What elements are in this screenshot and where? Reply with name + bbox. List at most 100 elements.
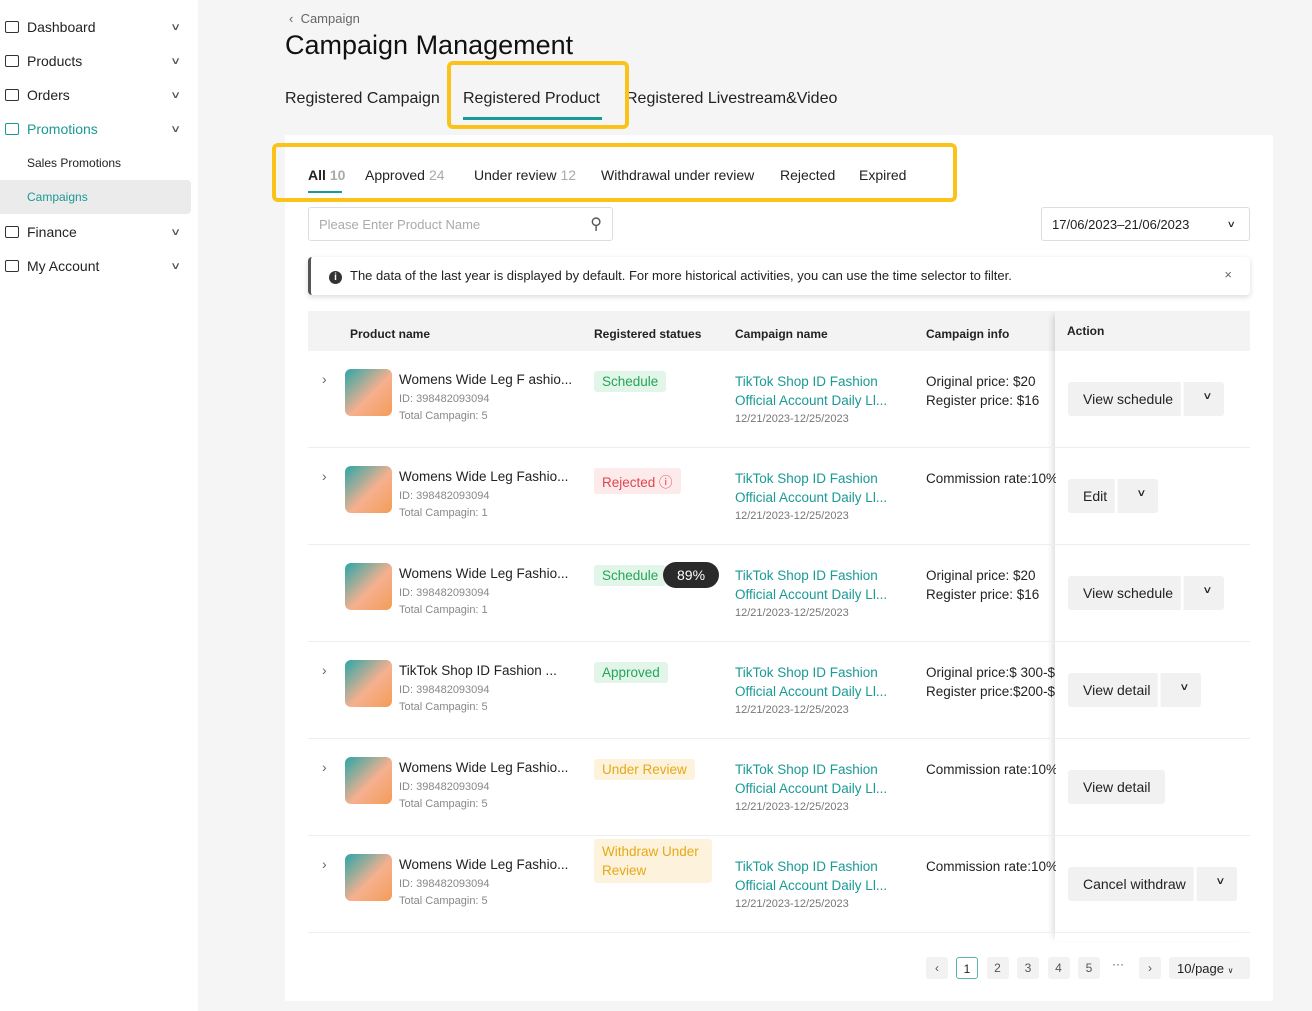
chevron-down-icon: ∨ [169, 55, 181, 67]
product-name[interactable]: Womens Wide Leg Fashio... [399, 857, 568, 872]
view-schedule-button[interactable]: View schedule ∨ [1068, 576, 1225, 610]
product-name[interactable]: Womens Wide Leg F ashio... [399, 372, 572, 387]
status-badge: Withdraw Under Review [594, 839, 712, 883]
campaign-name-link[interactable]: TikTok Shop ID Fashion Official Account … [735, 857, 905, 895]
action-label[interactable]: View detail [1068, 770, 1165, 804]
sidebar-item-label: Sales Promotions [27, 156, 122, 170]
close-icon[interactable]: × [1224, 267, 1232, 282]
info-icon: i [329, 271, 342, 284]
product-name[interactable]: TikTok Shop ID Fashion ... [399, 663, 557, 678]
product-name[interactable]: Womens Wide Leg Fashio... [399, 469, 568, 484]
product-name[interactable]: Womens Wide Leg Fashio... [399, 760, 568, 775]
campaign-info: Commission rate:10% [926, 760, 1056, 779]
sidebar-item-label: Campaigns [27, 190, 88, 204]
sidebar: Dashboard ∨ Products ∨ Orders ∨ Promotions ∨ Sal… [0, 0, 198, 1011]
product-thumbnail [345, 660, 392, 707]
expand-chevron-icon[interactable]: › [322, 468, 327, 484]
date-range-picker[interactable]: 17/06/2023–21/06/2023 ∨ [1041, 207, 1250, 241]
page-size-select[interactable]: 10/page ∨ [1169, 957, 1250, 979]
products-icon [5, 55, 19, 67]
sidebar-item-finance[interactable]: Finance ∨ [0, 215, 191, 249]
total-campaign: Total Campagin: 1 [399, 604, 488, 616]
table-row: › Womens Wide Leg F ashio... ID: 398482093… [308, 351, 1250, 448]
campaign-name-link[interactable]: TikTok Shop ID Fashion Official Account … [735, 469, 905, 507]
product-id: ID: 398482093094 [399, 781, 490, 793]
orders-icon [5, 89, 19, 101]
chevron-down-icon[interactable]: ∨ [1114, 479, 1165, 513]
chevron-down-icon[interactable]: ∨ [1158, 673, 1208, 707]
prev-page-button[interactable]: ‹ [926, 957, 948, 979]
campaign-info-line: Commission rate:10% [926, 762, 1056, 777]
campaign-name-link[interactable]: TikTok Shop ID Fashion Official Account … [735, 760, 905, 798]
action-label[interactable]: View schedule [1068, 382, 1188, 416]
chevron-down-icon[interactable]: ∨ [1180, 576, 1231, 610]
page-button[interactable]: 1 [956, 957, 978, 979]
search-icon[interactable]: ⚲ [590, 214, 602, 234]
tab-registered-campaign[interactable]: Registered Campaign [285, 90, 440, 108]
breadcrumb[interactable]: ‹ Campaign [289, 11, 360, 26]
campaign-name-link[interactable]: TikTok Shop ID Fashion Official Account … [735, 566, 905, 604]
action-label[interactable]: View detail [1068, 673, 1165, 707]
finance-icon [5, 226, 19, 238]
page-button[interactable]: 5 [1078, 957, 1100, 979]
breadcrumb-campaign[interactable]: Campaign [301, 11, 360, 26]
sidebar-item-campaigns[interactable]: Campaigns [0, 180, 191, 214]
action-label[interactable]: Cancel withdraw [1068, 867, 1201, 901]
sidebar-item-label: Finance [27, 224, 77, 240]
chevron-down-icon: ∨ [169, 260, 181, 272]
table-row: › Womens Wide Leg Fashio... ID: 3984820930… [308, 448, 1250, 545]
chevron-down-icon: ∨ [169, 123, 181, 135]
search-input[interactable]: Please Enter Product Name ⚲ [308, 207, 613, 241]
view-schedule-button[interactable]: View schedule ∨ [1068, 382, 1225, 416]
chevron-down-icon: ∨ [1227, 966, 1234, 975]
campaign-dates: 12/21/2023-12/25/2023 [735, 898, 849, 910]
expand-chevron-icon[interactable]: › [322, 662, 327, 678]
status-tab-indicator [308, 191, 342, 193]
user-icon [5, 260, 19, 272]
campaign-info: Commission rate:10% [926, 857, 1056, 876]
search-placeholder: Please Enter Product Name [319, 217, 481, 232]
progress-tooltip: 89% [663, 562, 720, 588]
table-row: › Womens Wide Leg Fashio... ID: 3984820930… [308, 739, 1250, 836]
sidebar-item-orders[interactable]: Orders ∨ [0, 78, 191, 112]
product-id: ID: 398482093094 [399, 684, 490, 696]
campaign-info-line: Commission rate:10% [926, 859, 1056, 874]
status-badge: Schedule [594, 565, 667, 586]
campaign-info-line: Register price:$200-$ [926, 684, 1056, 699]
chevron-down-icon[interactable]: ∨ [1180, 382, 1231, 416]
col-campaign-name: Campaign name [735, 327, 828, 341]
sidebar-item-sales-promotions[interactable]: Sales Promotions [0, 146, 191, 180]
page-button[interactable]: 3 [1017, 957, 1039, 979]
sidebar-item-dashboard[interactable]: Dashboard ∨ [0, 10, 191, 44]
product-id: ID: 398482093094 [399, 878, 490, 890]
product-id: ID: 398482093094 [399, 587, 490, 599]
view-detail-button[interactable]: View detail ∨ [1068, 673, 1202, 707]
expand-chevron-icon[interactable]: › [322, 856, 327, 872]
info-alert: i The data of the last year is displayed … [308, 257, 1250, 295]
tab-registered-livestream-video[interactable]: Registered Livestream&Video [626, 90, 837, 108]
page-button[interactable]: 4 [1047, 957, 1070, 979]
expand-chevron-icon[interactable]: › [322, 759, 327, 775]
next-page-button[interactable]: › [1139, 957, 1161, 979]
dashboard-icon [5, 21, 19, 33]
chevron-down-icon: ∨ [169, 226, 181, 238]
chevron-down-icon[interactable]: ∨ [1193, 867, 1244, 901]
table-row: › Womens Wide Leg Fashio... ID: 3984820930… [308, 836, 1250, 933]
expand-chevron-icon[interactable]: › [322, 371, 327, 387]
campaign-name-link[interactable]: TikTok Shop ID Fashion Official Account … [735, 372, 905, 410]
product-name[interactable]: Womens Wide Leg Fashio... [399, 566, 568, 581]
campaign-name-link[interactable]: TikTok Shop ID Fashion Official Account … [735, 663, 905, 701]
product-thumbnail [345, 369, 392, 416]
action-label[interactable]: View schedule [1068, 576, 1188, 610]
sidebar-item-products[interactable]: Products ∨ [0, 44, 191, 78]
edit-button[interactable]: Edit ∨ [1068, 479, 1159, 513]
sidebar-item-promotions[interactable]: Promotions ∨ [0, 112, 191, 146]
cancel-withdraw-button[interactable]: Cancel withdraw ∨ [1068, 867, 1237, 901]
campaign-info: Commission rate:10% [926, 469, 1056, 488]
sidebar-item-label: Orders [27, 87, 70, 103]
page-size-value: 10/page [1177, 961, 1224, 976]
view-detail-button[interactable]: View detail [1068, 770, 1166, 804]
ellipsis: ··· [1112, 957, 1124, 971]
page-button[interactable]: 2 [986, 957, 1009, 979]
sidebar-item-my-account[interactable]: My Account ∨ [0, 249, 191, 283]
